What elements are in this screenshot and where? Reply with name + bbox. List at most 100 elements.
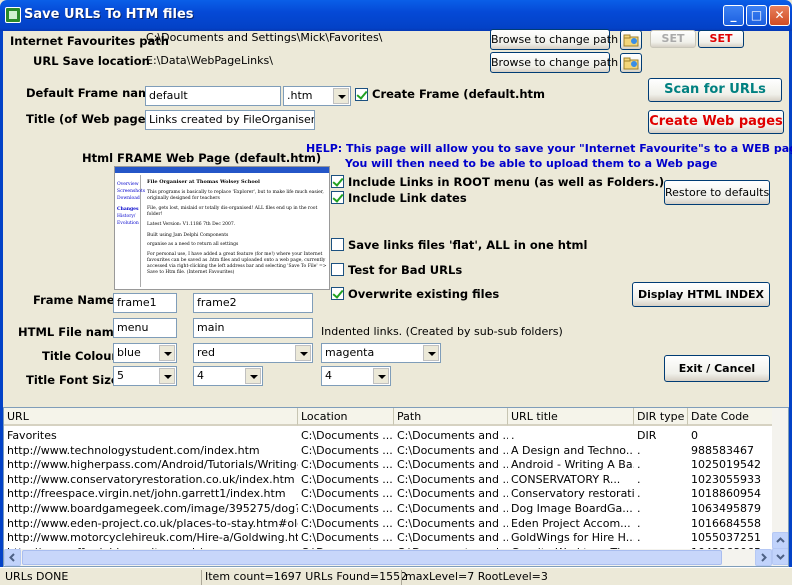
open-favourites-folder-button[interactable] xyxy=(620,30,642,50)
vertical-scrollbar[interactable] xyxy=(772,408,788,566)
link-dates-checkbox[interactable] xyxy=(331,191,344,204)
chevron-right-icon xyxy=(761,553,767,562)
frame2-input[interactable]: frame2 xyxy=(193,293,313,313)
size3-select[interactable]: 4 xyxy=(321,366,391,386)
display-html-index-button[interactable]: Display HTML INDEX xyxy=(632,282,770,307)
help-line-2: You will then need to be able to upload … xyxy=(345,157,718,170)
table-cell: 1023055933 xyxy=(691,472,761,486)
size3-value: 4 xyxy=(325,369,332,382)
colour2-select[interactable]: red xyxy=(193,343,313,363)
size2-select[interactable]: 4 xyxy=(193,366,263,386)
column-header-path[interactable]: Path xyxy=(394,408,508,426)
table-cell: 1055037251 xyxy=(691,531,761,545)
minimize-button[interactable]: _ xyxy=(723,5,744,26)
scroll-left-button[interactable] xyxy=(4,549,21,566)
restore-defaults-label: Restore to defaults xyxy=(665,186,770,199)
table-row-url[interactable]: http://www.motorcyclehireuk.com/Hire-a/G… xyxy=(4,531,298,545)
table-cell: C:\Documents ... xyxy=(301,531,393,545)
flat-checkbox[interactable] xyxy=(331,238,344,251)
colour2-value: red xyxy=(197,346,216,359)
table-row-url[interactable]: Favorites xyxy=(4,429,298,443)
scroll-up-button[interactable] xyxy=(772,532,788,549)
save-location-value: E:\Data\WebPageLinks\ xyxy=(146,54,273,67)
column-header-dir-type[interactable]: DIR type xyxy=(634,408,688,426)
table-row-url[interactable]: http://www.eden-project.co.uk/places-to-… xyxy=(4,517,298,531)
exit-cancel-button[interactable]: Exit / Cancel xyxy=(664,355,770,382)
table-cell: C:\Documents and ... xyxy=(397,487,508,501)
file2-input[interactable]: main xyxy=(193,318,313,338)
extension-select[interactable]: .htm xyxy=(283,86,351,106)
table-cell: C:\Documents and ... xyxy=(397,502,508,515)
frame-preview-image: Overview Screenshots Download Changes Hi… xyxy=(114,166,330,290)
chevron-down-icon[interactable] xyxy=(423,345,439,361)
title-colour-label: Title Colour xyxy=(42,349,118,363)
close-button[interactable]: ✕ xyxy=(769,5,790,26)
table-row-url[interactable]: http://www.higherpass.com/Android/Tutori… xyxy=(4,458,298,472)
save-location-label: URL Save location xyxy=(33,54,150,68)
browse-favourites-button[interactable]: Browse to change path xyxy=(490,29,618,50)
column-header-location[interactable]: Location xyxy=(298,408,394,426)
table-row-url[interactable]: http://www.boardgamegeek.com/image/39527… xyxy=(4,502,298,516)
url-list-view[interactable]: URL Location Path URL title DIR type Dat… xyxy=(3,407,789,567)
table-cell: 1016684558 xyxy=(691,516,761,530)
colour3-value: magenta xyxy=(325,346,375,359)
preview-nav-item: Overview xyxy=(117,182,139,187)
table-row-url[interactable]: http://freespace.virgin.net/john.garrett… xyxy=(4,487,298,501)
maximize-button[interactable]: □ xyxy=(746,5,767,26)
flat-label: Save links files 'flat', ALL in one html xyxy=(348,238,588,252)
open-save-folder-button[interactable] xyxy=(620,53,642,73)
table-cell: C:\Documents ... xyxy=(301,502,393,515)
root-links-checkbox[interactable] xyxy=(331,175,344,188)
chevron-down-icon[interactable] xyxy=(159,368,175,384)
frame1-input[interactable]: frame1 xyxy=(113,293,177,313)
table-cell: . xyxy=(637,516,641,530)
chevron-down-icon[interactable] xyxy=(373,368,389,384)
overwrite-label: Overwrite existing files xyxy=(348,287,500,301)
chevron-left-icon xyxy=(9,553,15,562)
link-dates-label: Include Link dates xyxy=(348,191,467,205)
size1-select[interactable]: 5 xyxy=(113,366,177,386)
table-cell: GoldWings for Hire H... xyxy=(511,531,634,545)
create-frame-checkbox[interactable] xyxy=(355,88,368,101)
bad-urls-checkbox[interactable] xyxy=(331,263,344,276)
table-cell: DIR xyxy=(637,429,657,442)
set-button-disabled[interactable]: SET xyxy=(650,30,696,48)
chevron-down-icon[interactable] xyxy=(295,345,311,361)
table-cell: Eden Project Accom... xyxy=(511,516,631,530)
table-row-url[interactable]: http://www.technologystudent.com/index.h… xyxy=(4,444,298,458)
scroll-right-button[interactable] xyxy=(755,549,772,566)
browse-save-button[interactable]: Browse to change path xyxy=(490,52,618,73)
table-cell: . xyxy=(637,458,641,472)
set-button[interactable]: SET xyxy=(698,30,744,48)
preview-paragraph: This programs is basically to replace 'E… xyxy=(147,190,324,201)
chevron-down-icon[interactable] xyxy=(245,368,261,384)
horizontal-scrollbar[interactable] xyxy=(4,549,772,566)
table-cell: Conservatory restorati... xyxy=(511,487,634,501)
scan-urls-button[interactable]: Scan for URLs xyxy=(648,78,782,102)
web-title-input[interactable]: Links created by FileOrganiser xyxy=(145,110,315,130)
default-frame-input[interactable]: default xyxy=(145,86,281,106)
table-cell: C:\Documents ... xyxy=(301,429,393,442)
preview-paragraph: organise as a need to return all setting… xyxy=(147,242,239,247)
preview-paragraph: For personal use, I have added a great f… xyxy=(147,252,327,275)
table-row-url[interactable]: http://www.conservatoryrestoration.co.uk… xyxy=(4,473,298,487)
table-cell: C:\Documents and ... xyxy=(397,458,508,472)
chevron-down-icon[interactable] xyxy=(333,88,349,104)
column-header-date-code[interactable]: Date Code xyxy=(688,408,774,426)
table-cell: C:\Documents ... xyxy=(301,487,393,501)
set-label-2: SET xyxy=(709,32,733,45)
colour1-select[interactable]: blue xyxy=(113,343,177,363)
column-header-url-title[interactable]: URL title xyxy=(508,408,634,426)
file1-input[interactable]: menu xyxy=(113,318,177,338)
horizontal-scroll-thumb[interactable] xyxy=(22,550,722,565)
restore-defaults-button[interactable]: Restore to defaults xyxy=(664,180,770,205)
table-cell: 988583467 xyxy=(691,443,754,457)
create-web-pages-button[interactable]: Create Web pages xyxy=(648,110,784,134)
indented-note: Indented links. (Created by sub-sub fold… xyxy=(321,325,563,338)
column-header-url[interactable]: URL xyxy=(4,408,298,426)
table-cell: . xyxy=(637,472,641,486)
chevron-down-icon[interactable] xyxy=(159,345,175,361)
overwrite-checkbox[interactable] xyxy=(331,287,344,300)
colour3-select[interactable]: magenta xyxy=(321,343,441,363)
scroll-down-button[interactable] xyxy=(772,548,788,565)
